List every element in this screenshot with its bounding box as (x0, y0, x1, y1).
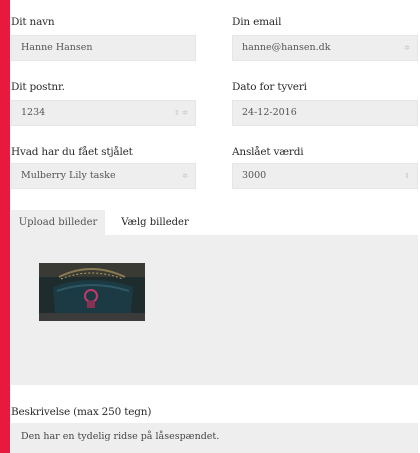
bag-image (39, 263, 145, 321)
bag-thumbnail[interactable] (39, 263, 145, 321)
stepper-icon[interactable]: ⇕ (404, 164, 410, 188)
name-label: Dit navn (11, 16, 55, 28)
postal-value: 1234 (21, 107, 46, 118)
value-field[interactable]: 3000 ⇕ (232, 163, 418, 189)
theft-date-field[interactable]: 24-12-2016 (232, 100, 418, 126)
claim-form: Dit navn Hanne Hansen Din email hanne@ha… (10, 0, 420, 453)
tab-choose-images[interactable]: Vælg billeder (105, 210, 205, 235)
description-label: Beskrivelse (max 250 tegn) (11, 406, 152, 418)
stolen-item-label: Hvad har du fået stjålet (11, 146, 133, 158)
postal-field[interactable]: 1234 ⇕ ✲ (11, 100, 196, 126)
theft-date-label: Dato for tyveri (232, 81, 307, 93)
description-value: Den har en tydelig ridse på låsespændet. (21, 431, 220, 442)
stolen-item-value: Mulberry Lily taske (21, 170, 116, 181)
autofill-key-icon: ✲ (182, 172, 188, 180)
upload-tabs: Upload billeder Vælg billeder (11, 210, 418, 235)
theft-date-value: 24-12-2016 (242, 107, 297, 118)
email-value: hanne@hansen.dk (242, 42, 331, 53)
email-label: Din email (232, 16, 282, 28)
name-field[interactable]: Hanne Hansen (11, 35, 196, 61)
autofill-key-icon: ✲ (404, 44, 410, 52)
image-gallery (11, 235, 418, 385)
value-label: Anslået værdi (232, 146, 304, 158)
stolen-item-field[interactable]: Mulberry Lily taske ✲ (11, 163, 196, 189)
email-field[interactable]: hanne@hansen.dk ✲ (232, 35, 418, 61)
description-textarea[interactable]: Den har en tydelig ridse på låsespændet. (11, 423, 418, 453)
postal-label: Dit postnr. (11, 81, 65, 93)
tab-upload-images[interactable]: Upload billeder (11, 210, 105, 235)
value-value: 3000 (242, 170, 267, 181)
name-value: Hanne Hansen (21, 42, 93, 53)
stepper-icon[interactable]: ⇕ ✲ (174, 101, 188, 125)
